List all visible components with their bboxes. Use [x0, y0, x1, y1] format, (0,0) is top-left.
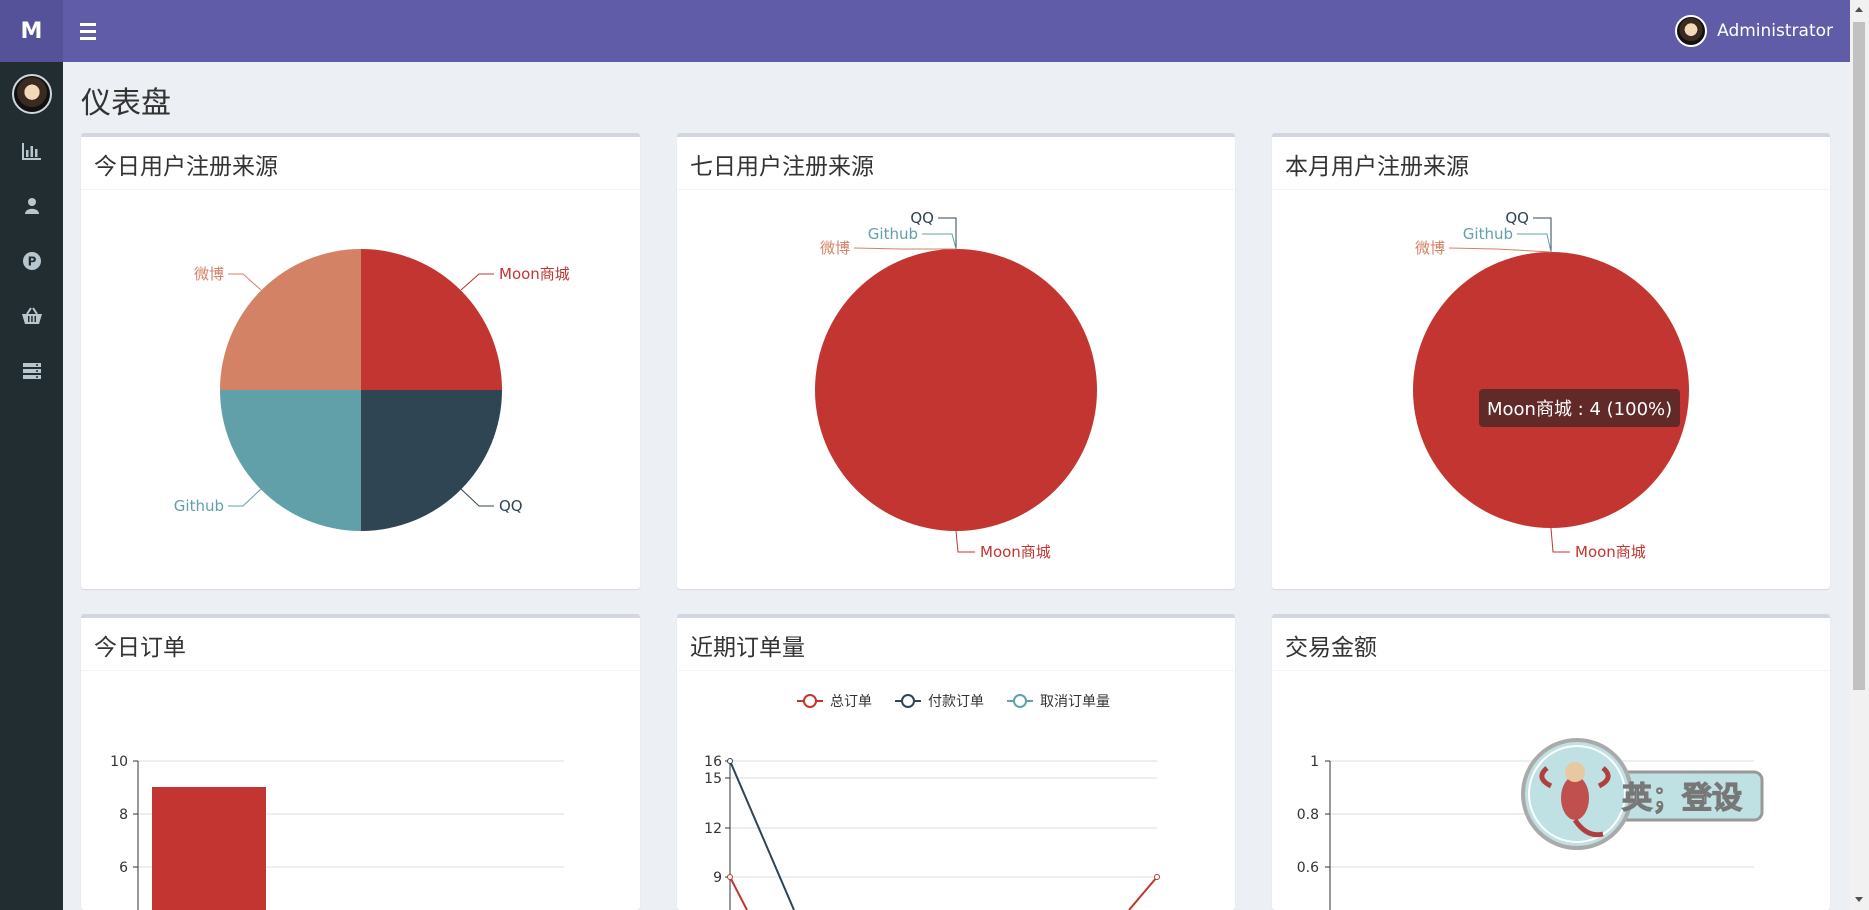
- pie-slice-weibo: [220, 249, 361, 390]
- y-tick-label: 16: [704, 754, 722, 770]
- card-title: 今日用户注册来源: [94, 154, 278, 180]
- basket-icon[interactable]: [19, 303, 45, 329]
- card-title: 今日订单: [94, 635, 186, 661]
- app-logo[interactable]: M: [0, 0, 63, 62]
- pie-slice-qq: [361, 390, 502, 531]
- username-label: Administrator: [1717, 21, 1833, 41]
- scroll-up-icon[interactable]: [1853, 4, 1865, 16]
- sidebar-avatar: [12, 74, 52, 114]
- data-point: [727, 758, 733, 764]
- y-tick-label: 10: [110, 754, 128, 770]
- bar-chart-today-orders: 10 8 6: [110, 754, 564, 910]
- recent-orders-card: 近期订单量 总订单 付款订单 取消订单量 16 15 12 9: [677, 614, 1235, 910]
- pie-slice-moon: [815, 249, 1097, 531]
- pie-label: Github: [174, 497, 224, 515]
- week-registration-card: 七日用户注册来源 QQ Github 微博 Moon商城: [677, 133, 1235, 589]
- card-title: 交易金额: [1285, 635, 1377, 661]
- sidebar: P: [0, 62, 63, 910]
- user-icon[interactable]: [19, 193, 45, 219]
- series-line-total: [1128, 876, 1158, 910]
- pie-label: 微博: [820, 239, 850, 257]
- chart-tooltip: Moon商城 : 4 (100%): [1479, 389, 1681, 427]
- svg-text:英；登设: 英；登设: [1622, 781, 1742, 816]
- pie-label: 微博: [194, 265, 224, 283]
- y-tick-label: 6: [119, 860, 128, 876]
- server-icon[interactable]: [19, 358, 45, 384]
- bar: [152, 787, 266, 910]
- legend-item-cancel[interactable]: 取消订单量: [1007, 694, 1110, 710]
- legend-item-total[interactable]: 总订单: [797, 694, 872, 710]
- pie-slice-moon: [361, 249, 502, 390]
- series-line-total: [729, 876, 748, 910]
- y-tick-label: 0.6: [1297, 860, 1319, 876]
- svg-text:付款订单: 付款订单: [928, 694, 984, 710]
- scrollbar-thumb[interactable]: [1853, 22, 1865, 690]
- user-menu[interactable]: Administrator: [1675, 15, 1833, 47]
- pie-label: 微博: [1415, 239, 1445, 257]
- pie-label: Github: [868, 225, 918, 243]
- series-line-paid: [729, 760, 795, 910]
- page-title: 仪表盘: [81, 86, 171, 121]
- user-avatar: [1675, 15, 1708, 47]
- data-point: [1154, 874, 1160, 880]
- y-tick-label: 8: [119, 807, 128, 823]
- y-tick-label: 15: [704, 771, 722, 787]
- pie-slices: [220, 249, 502, 531]
- pie-label: Moon商城: [980, 543, 1051, 561]
- p-circle-icon[interactable]: P: [19, 248, 45, 274]
- pie-label: Moon商城: [499, 265, 570, 283]
- pie-label: QQ: [499, 497, 523, 515]
- svg-text:总订单: 总订单: [830, 694, 872, 710]
- month-registration-card: 本月用户注册来源 QQ Github 微博 Moon商城: [1272, 133, 1830, 589]
- menu-toggle-icon[interactable]: [76, 18, 102, 44]
- pie-slice-github: [220, 390, 361, 531]
- card-title: 近期订单量: [690, 635, 805, 661]
- pie-chart-today: Moon商城 QQ Github 微博: [174, 249, 570, 531]
- y-tick-label: 1: [1310, 754, 1319, 770]
- today-registration-card: 今日用户注册来源 Moon商城 QQ Github 微博: [81, 133, 640, 589]
- y-tick-label: 9: [713, 870, 722, 886]
- today-orders-card: 今日订单 10 8 6: [81, 614, 640, 910]
- card-title: 本月用户注册来源: [1285, 154, 1469, 180]
- data-point: [727, 874, 733, 880]
- top-navbar: M Administrator: [0, 0, 1850, 62]
- pie-label: Moon商城: [1575, 543, 1646, 561]
- line-chart-recent-orders: 总订单 付款订单 取消订单量 16 15 12 9: [704, 694, 1160, 910]
- floating-mascot-widget[interactable]: 英；登设: [1517, 738, 1765, 850]
- pie-label: Github: [1463, 225, 1513, 243]
- scroll-down-icon[interactable]: [1853, 893, 1865, 905]
- y-tick-label: 0.8: [1297, 807, 1319, 823]
- pie-chart-week: QQ Github 微博 Moon商城: [815, 209, 1097, 561]
- legend-item-paid[interactable]: 付款订单: [895, 694, 984, 710]
- y-tick-label: 12: [704, 821, 722, 837]
- bar-chart-icon[interactable]: [19, 138, 45, 164]
- svg-text:P: P: [28, 255, 37, 269]
- svg-text:取消订单量: 取消订单量: [1040, 694, 1110, 710]
- card-title: 七日用户注册来源: [690, 154, 874, 180]
